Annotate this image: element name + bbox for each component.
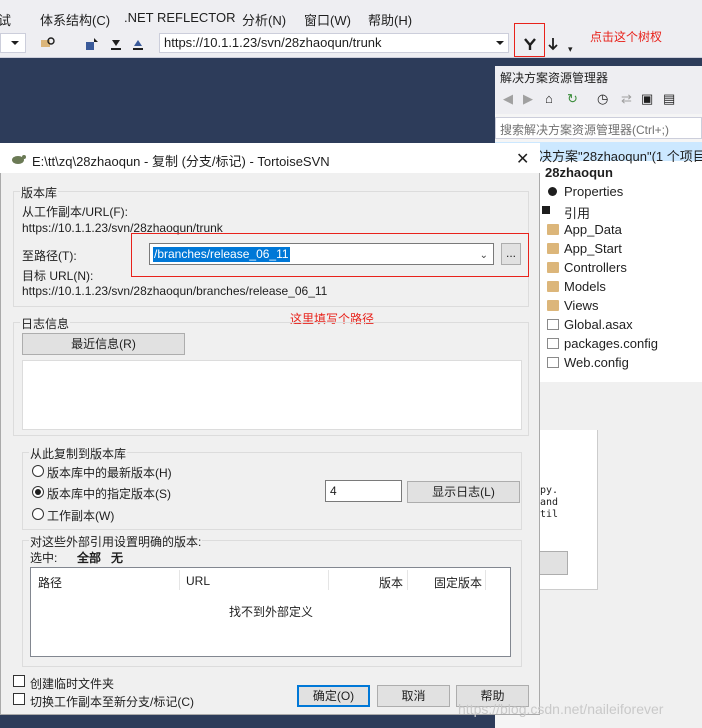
menu-item-window[interactable]: 窗口(W)	[304, 10, 351, 29]
file-icon	[547, 357, 559, 368]
dialog-title: E:\tt\zq\28zhaoqun - 复制 (分支/标记) - Tortoi…	[32, 154, 330, 169]
select-all-link[interactable]: 全部	[77, 549, 101, 566]
externals-list[interactable]: 路径 URL 版本 固定版本 找不到外部定义	[30, 567, 511, 657]
file-icon	[547, 319, 559, 330]
radio-head-revision[interactable]	[32, 465, 44, 477]
chevron-down-icon	[496, 41, 504, 45]
file-icon	[547, 338, 559, 349]
folder-icon	[547, 300, 559, 311]
annotation-branch: 点击这个树杈	[590, 30, 663, 44]
back-icon[interactable]: ◀	[503, 91, 513, 107]
radio-wc-label: 工作副本(W)	[47, 509, 115, 523]
download-icon[interactable]	[108, 36, 124, 52]
folder-icon	[547, 243, 559, 254]
checkbox-switch-wc[interactable]	[13, 693, 25, 705]
menu-item-analyze[interactable]: 分析(N)	[242, 10, 286, 29]
menu-item-net-reflector[interactable]: .NET REFLECTOR	[124, 10, 235, 25]
solution-explorer-toolbar: ◀ ▶ ⌂ ↻ ◷ ⇄ ▣ ▤	[495, 86, 702, 114]
checkbox-temp-label: 创建临时文件夹	[30, 677, 115, 691]
externals-label: 对这些外部引用设置明确的版本:	[29, 533, 203, 550]
select-label: 选中:	[30, 551, 58, 565]
to-path-highlight-box	[131, 233, 529, 277]
column-separator	[179, 570, 180, 590]
folder-icon	[547, 224, 559, 235]
tortoise-icon	[12, 155, 26, 164]
refresh-icon[interactable]: ⇄	[621, 91, 632, 107]
column-revision[interactable]: 版本	[379, 574, 403, 591]
column-separator	[407, 570, 408, 590]
chevron-down-icon	[11, 41, 19, 45]
folder-icon	[547, 281, 559, 292]
column-separator	[328, 570, 329, 590]
radio-working-copy[interactable]	[32, 508, 44, 520]
svn-url-dropdown[interactable]: https://10.1.1.23/svn/28zhaoqun/trunk	[159, 33, 509, 53]
config-dropdown[interactable]	[0, 33, 26, 53]
target-url-value: https://10.1.1.23/svn/28zhaoqun/branches…	[22, 284, 328, 298]
target-url-label: 目标 URL(N):	[22, 269, 94, 283]
watermark: https://blog.csdn.net/naileiforever	[458, 701, 664, 717]
ok-button[interactable]: 确定(O)	[297, 685, 370, 707]
toolbar-overflow-icon[interactable]: ▾	[568, 44, 573, 55]
forward-icon[interactable]: ▶	[523, 91, 533, 107]
home-icon[interactable]: ⌂	[545, 91, 553, 106]
solution-explorer-title: 解决方案资源管理器	[495, 66, 702, 86]
radio-head-label: 版本库中的最新版本(H)	[47, 466, 172, 480]
column-separator	[485, 570, 486, 590]
menu-item-test[interactable]: 试	[0, 10, 11, 29]
branch-highlight-box	[514, 23, 545, 57]
close-icon[interactable]: ✕	[516, 149, 529, 169]
background-button	[540, 551, 568, 575]
externals-empty-text: 找不到外部定义	[229, 605, 314, 619]
copy-from-label: 从此复制到版本库	[29, 445, 128, 462]
log-group-label: 日志信息	[20, 315, 71, 332]
column-path[interactable]: 路径	[38, 574, 62, 591]
solution-search-input[interactable]: 搜索解决方案资源管理器(Ctrl+;)	[495, 117, 702, 139]
history-icon[interactable]: ◷	[597, 91, 608, 107]
repo-group-label: 版本库	[20, 184, 59, 201]
folder-icon	[547, 262, 559, 273]
svn-update-icon[interactable]	[84, 36, 100, 52]
show-log-button[interactable]: 显示日志(L)	[407, 481, 520, 503]
column-url[interactable]: URL	[186, 574, 210, 588]
svn-url-value: https://10.1.1.23/svn/28zhaoqun/trunk	[164, 35, 382, 50]
find-icon[interactable]	[40, 36, 56, 52]
wrench-icon	[548, 187, 557, 196]
radio-specific-label: 版本库中的指定版本(S)	[47, 487, 171, 501]
recent-messages-button[interactable]: 最近信息(R)	[22, 333, 185, 355]
upload-icon[interactable]	[130, 36, 146, 52]
menu-item-help[interactable]: 帮助(H)	[368, 10, 412, 29]
from-label: 从工作副本/URL(F):	[22, 205, 128, 219]
checkbox-switch-label: 切换工作副本至新分支/标记(C)	[30, 695, 194, 709]
checkbox-temp-folder[interactable]	[13, 675, 25, 687]
revision-input[interactable]: 4	[325, 480, 402, 502]
show-all-icon[interactable]: ▤	[663, 91, 675, 107]
to-label: 至路径(T):	[22, 249, 77, 263]
select-none-link[interactable]: 无	[111, 549, 123, 566]
merge-down-icon[interactable]	[545, 36, 561, 52]
collapse-icon[interactable]: ▣	[641, 91, 653, 107]
cancel-button[interactable]: 取消	[377, 685, 450, 707]
column-pinned-revision[interactable]: 固定版本	[434, 574, 482, 591]
radio-specific-revision[interactable]	[32, 486, 44, 498]
reference-icon	[542, 206, 550, 214]
menu-item-architecture[interactable]: 体系结构(C)	[40, 10, 110, 29]
log-message-textarea[interactable]	[22, 360, 522, 430]
sync-icon[interactable]: ↻	[567, 91, 578, 107]
